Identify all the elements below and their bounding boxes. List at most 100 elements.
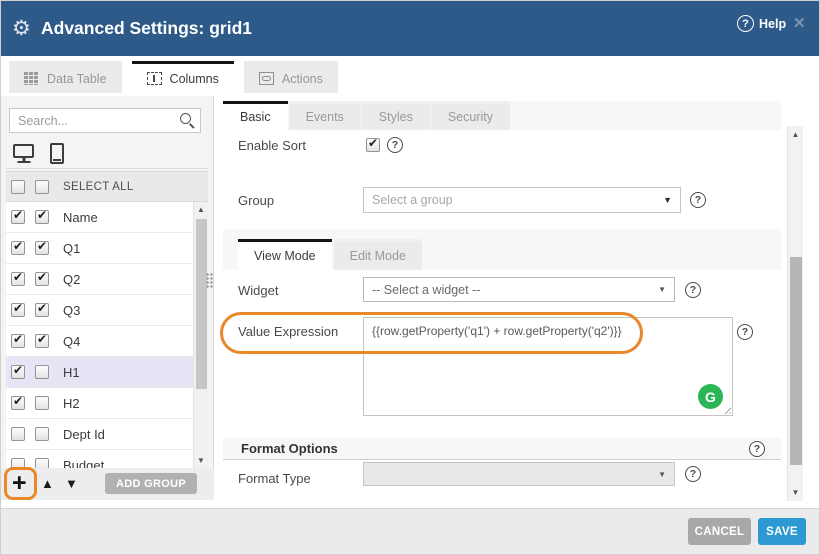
title-bar: ⚙ Advanced Settings: grid1 Help ✕ xyxy=(1,1,820,56)
desktop-icon[interactable] xyxy=(13,144,34,158)
value-expression-label: Value Expression xyxy=(238,324,338,339)
group-dropdown[interactable]: Select a group ▼ xyxy=(363,187,681,213)
tab-edit-mode[interactable]: Edit Mode xyxy=(334,239,422,270)
chevron-down-icon: ▼ xyxy=(658,285,666,294)
gear-icon: ⚙ xyxy=(12,16,31,41)
desktop-checkbox[interactable] xyxy=(11,303,25,317)
tab-events[interactable]: Events xyxy=(289,101,361,130)
help-label[interactable]: Help xyxy=(759,17,786,31)
move-up-button[interactable]: ▲ xyxy=(41,476,54,491)
column-label: Q2 xyxy=(63,272,80,287)
move-down-button[interactable]: ▼ xyxy=(65,476,78,491)
search-icon[interactable] xyxy=(179,112,196,129)
column-row-dept-id[interactable]: Dept Id xyxy=(6,419,193,450)
desktop-checkbox[interactable] xyxy=(11,396,25,410)
device-toggle-strip xyxy=(6,139,208,169)
tab-data-table[interactable]: Data Table xyxy=(9,61,122,93)
tab-styles[interactable]: Styles xyxy=(362,101,430,130)
desktop-checkbox[interactable] xyxy=(11,334,25,348)
scrollbar-thumb[interactable] xyxy=(196,219,207,389)
scrollbar-thumb[interactable] xyxy=(790,257,802,465)
select-all-label: SELECT ALL xyxy=(63,181,134,193)
help-icon-format-type[interactable] xyxy=(685,466,701,482)
tab-security[interactable]: Security xyxy=(431,101,510,130)
tab-columns[interactable]: Columns xyxy=(132,61,234,93)
add-column-button[interactable]: + xyxy=(12,469,27,497)
search-input[interactable] xyxy=(9,108,201,133)
widget-select-value: -- Select a widget -- xyxy=(372,283,658,297)
cancel-button[interactable]: CANCEL xyxy=(688,518,751,545)
column-row-q2[interactable]: Q2 xyxy=(6,264,193,295)
help-icon-value-expression[interactable] xyxy=(737,324,753,340)
column-list: Name Q1 Q2 Q3 Q4 H1 xyxy=(6,202,193,468)
mode-tab-bar: View Mode Edit Mode xyxy=(238,239,424,270)
chevron-down-icon: ▼ xyxy=(658,470,666,479)
column-row-name[interactable]: Name xyxy=(6,202,193,233)
format-options-title: Format Options xyxy=(241,441,338,456)
column-row-q3[interactable]: Q3 xyxy=(6,295,193,326)
scroll-down-icon[interactable]: ▼ xyxy=(194,456,208,465)
widget-label: Widget xyxy=(238,283,278,298)
scroll-down-icon[interactable]: ▼ xyxy=(788,488,803,497)
main-tab-bar: Data Table Columns Actions xyxy=(9,61,338,93)
column-label: H1 xyxy=(63,365,80,380)
advanced-settings-dialog: ⚙ Advanced Settings: grid1 Help ✕ Data T… xyxy=(0,0,820,555)
scroll-up-icon[interactable]: ▲ xyxy=(788,130,803,139)
help-icon-group[interactable] xyxy=(690,192,706,208)
mobile-checkbox[interactable] xyxy=(35,365,49,379)
help-icon[interactable] xyxy=(737,15,754,32)
format-type-select[interactable]: ▼ xyxy=(363,462,675,486)
column-row-q4[interactable]: Q4 xyxy=(6,326,193,357)
column-label: Q3 xyxy=(63,303,80,318)
close-icon[interactable]: ✕ xyxy=(793,14,806,32)
value-expression-input[interactable]: {{row.getProperty('q1') + row.getPropert… xyxy=(363,317,733,416)
help-icon-format-options[interactable] xyxy=(749,441,765,457)
format-type-label: Format Type xyxy=(238,471,311,486)
sub-tab-bar: Basic Events Styles Security xyxy=(223,101,511,130)
desktop-checkbox[interactable] xyxy=(11,241,25,255)
scroll-up-icon[interactable]: ▲ xyxy=(194,205,208,214)
help-icon-widget[interactable] xyxy=(685,282,701,298)
mobile-checkbox[interactable] xyxy=(35,396,49,410)
desktop-checkbox[interactable] xyxy=(11,427,25,441)
mobile-checkbox[interactable] xyxy=(35,427,49,441)
tab-label: Columns xyxy=(170,72,219,86)
desktop-checkbox[interactable] xyxy=(11,210,25,224)
column-list-scrollbar[interactable]: ▲ ▼ xyxy=(193,202,208,468)
column-row-h1[interactable]: H1 xyxy=(6,357,193,388)
grammarly-icon[interactable] xyxy=(698,384,723,409)
data-table-icon xyxy=(24,72,39,85)
tab-basic[interactable]: Basic xyxy=(223,101,288,130)
column-row-q1[interactable]: Q1 xyxy=(6,233,193,264)
column-row-budget[interactable]: Budget xyxy=(6,450,193,468)
select-all-row[interactable]: SELECT ALL xyxy=(6,171,208,202)
desktop-checkbox[interactable] xyxy=(11,272,25,286)
help-icon-enable-sort[interactable] xyxy=(387,137,403,153)
tab-actions[interactable]: Actions xyxy=(244,61,338,93)
group-dropdown-value: Select a group xyxy=(372,193,663,207)
widget-select[interactable]: -- Select a widget -- ▼ xyxy=(363,277,675,302)
desktop-checkbox[interactable] xyxy=(11,458,25,468)
panel-resize-grip[interactable] xyxy=(206,273,214,289)
desktop-checkbox[interactable] xyxy=(11,365,25,379)
mobile-checkbox[interactable] xyxy=(35,458,49,468)
mobile-checkbox[interactable] xyxy=(35,303,49,317)
mobile-checkbox[interactable] xyxy=(35,334,49,348)
save-button[interactable]: SAVE xyxy=(758,518,806,545)
columns-icon xyxy=(147,72,162,85)
column-row-h2[interactable]: H2 xyxy=(6,388,193,419)
mobile-checkbox[interactable] xyxy=(35,241,49,255)
mobile-checkbox[interactable] xyxy=(35,272,49,286)
mobile-checkbox[interactable] xyxy=(35,210,49,224)
column-label: Q1 xyxy=(63,241,80,256)
select-all-mobile-checkbox[interactable] xyxy=(35,180,49,194)
tab-label: Actions xyxy=(282,72,323,86)
actions-icon xyxy=(259,72,274,85)
tab-view-mode[interactable]: View Mode xyxy=(238,239,332,270)
select-all-desktop-checkbox[interactable] xyxy=(11,180,25,194)
enable-sort-checkbox[interactable] xyxy=(366,138,380,152)
add-group-button[interactable]: ADD GROUP xyxy=(105,473,197,494)
mobile-icon[interactable] xyxy=(50,143,64,164)
column-label: Name xyxy=(63,210,98,225)
settings-scrollbar[interactable]: ▲ ▼ xyxy=(787,126,803,501)
